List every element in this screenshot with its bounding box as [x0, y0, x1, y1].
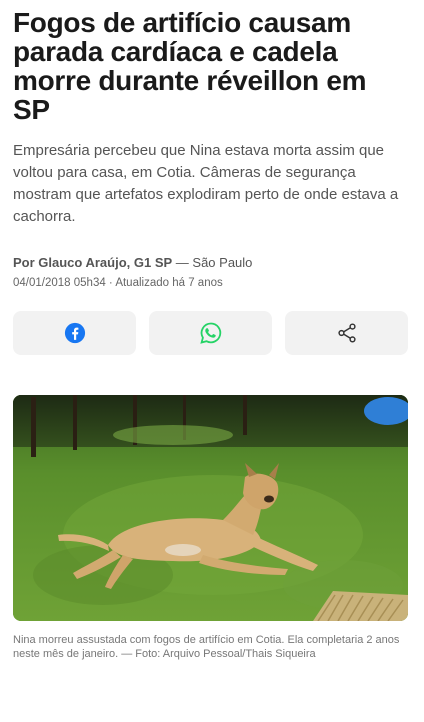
share-icon: [336, 322, 358, 344]
whatsapp-share-button[interactable]: [149, 311, 272, 355]
share-bar: [13, 311, 408, 355]
headline: Fogos de artifício causam parada cardíac…: [13, 7, 367, 125]
dateline: 04/01/2018 05h34 · Atualizado há 7 anos: [13, 277, 223, 289]
facebook-share-button[interactable]: [13, 311, 136, 355]
author-link[interactable]: Por Glauco Araújo, G1 SP: [13, 255, 172, 270]
facebook-icon: [64, 322, 86, 344]
byline: Por Glauco Araújo, G1 SP — São Paulo: [13, 254, 408, 272]
share-button[interactable]: [285, 311, 408, 355]
article-photo[interactable]: [13, 395, 408, 621]
dog-on-lawn-image: [13, 395, 408, 621]
article: Fogos de artifício causam parada cardíac…: [0, 8, 424, 661]
whatsapp-icon: [199, 321, 223, 345]
byline-location: — São Paulo: [175, 255, 253, 270]
subtitle: Empresária percebeu que Nina estava mort…: [13, 142, 399, 225]
photo-caption: Nina morreu assustada com fogos de artif…: [13, 634, 400, 660]
